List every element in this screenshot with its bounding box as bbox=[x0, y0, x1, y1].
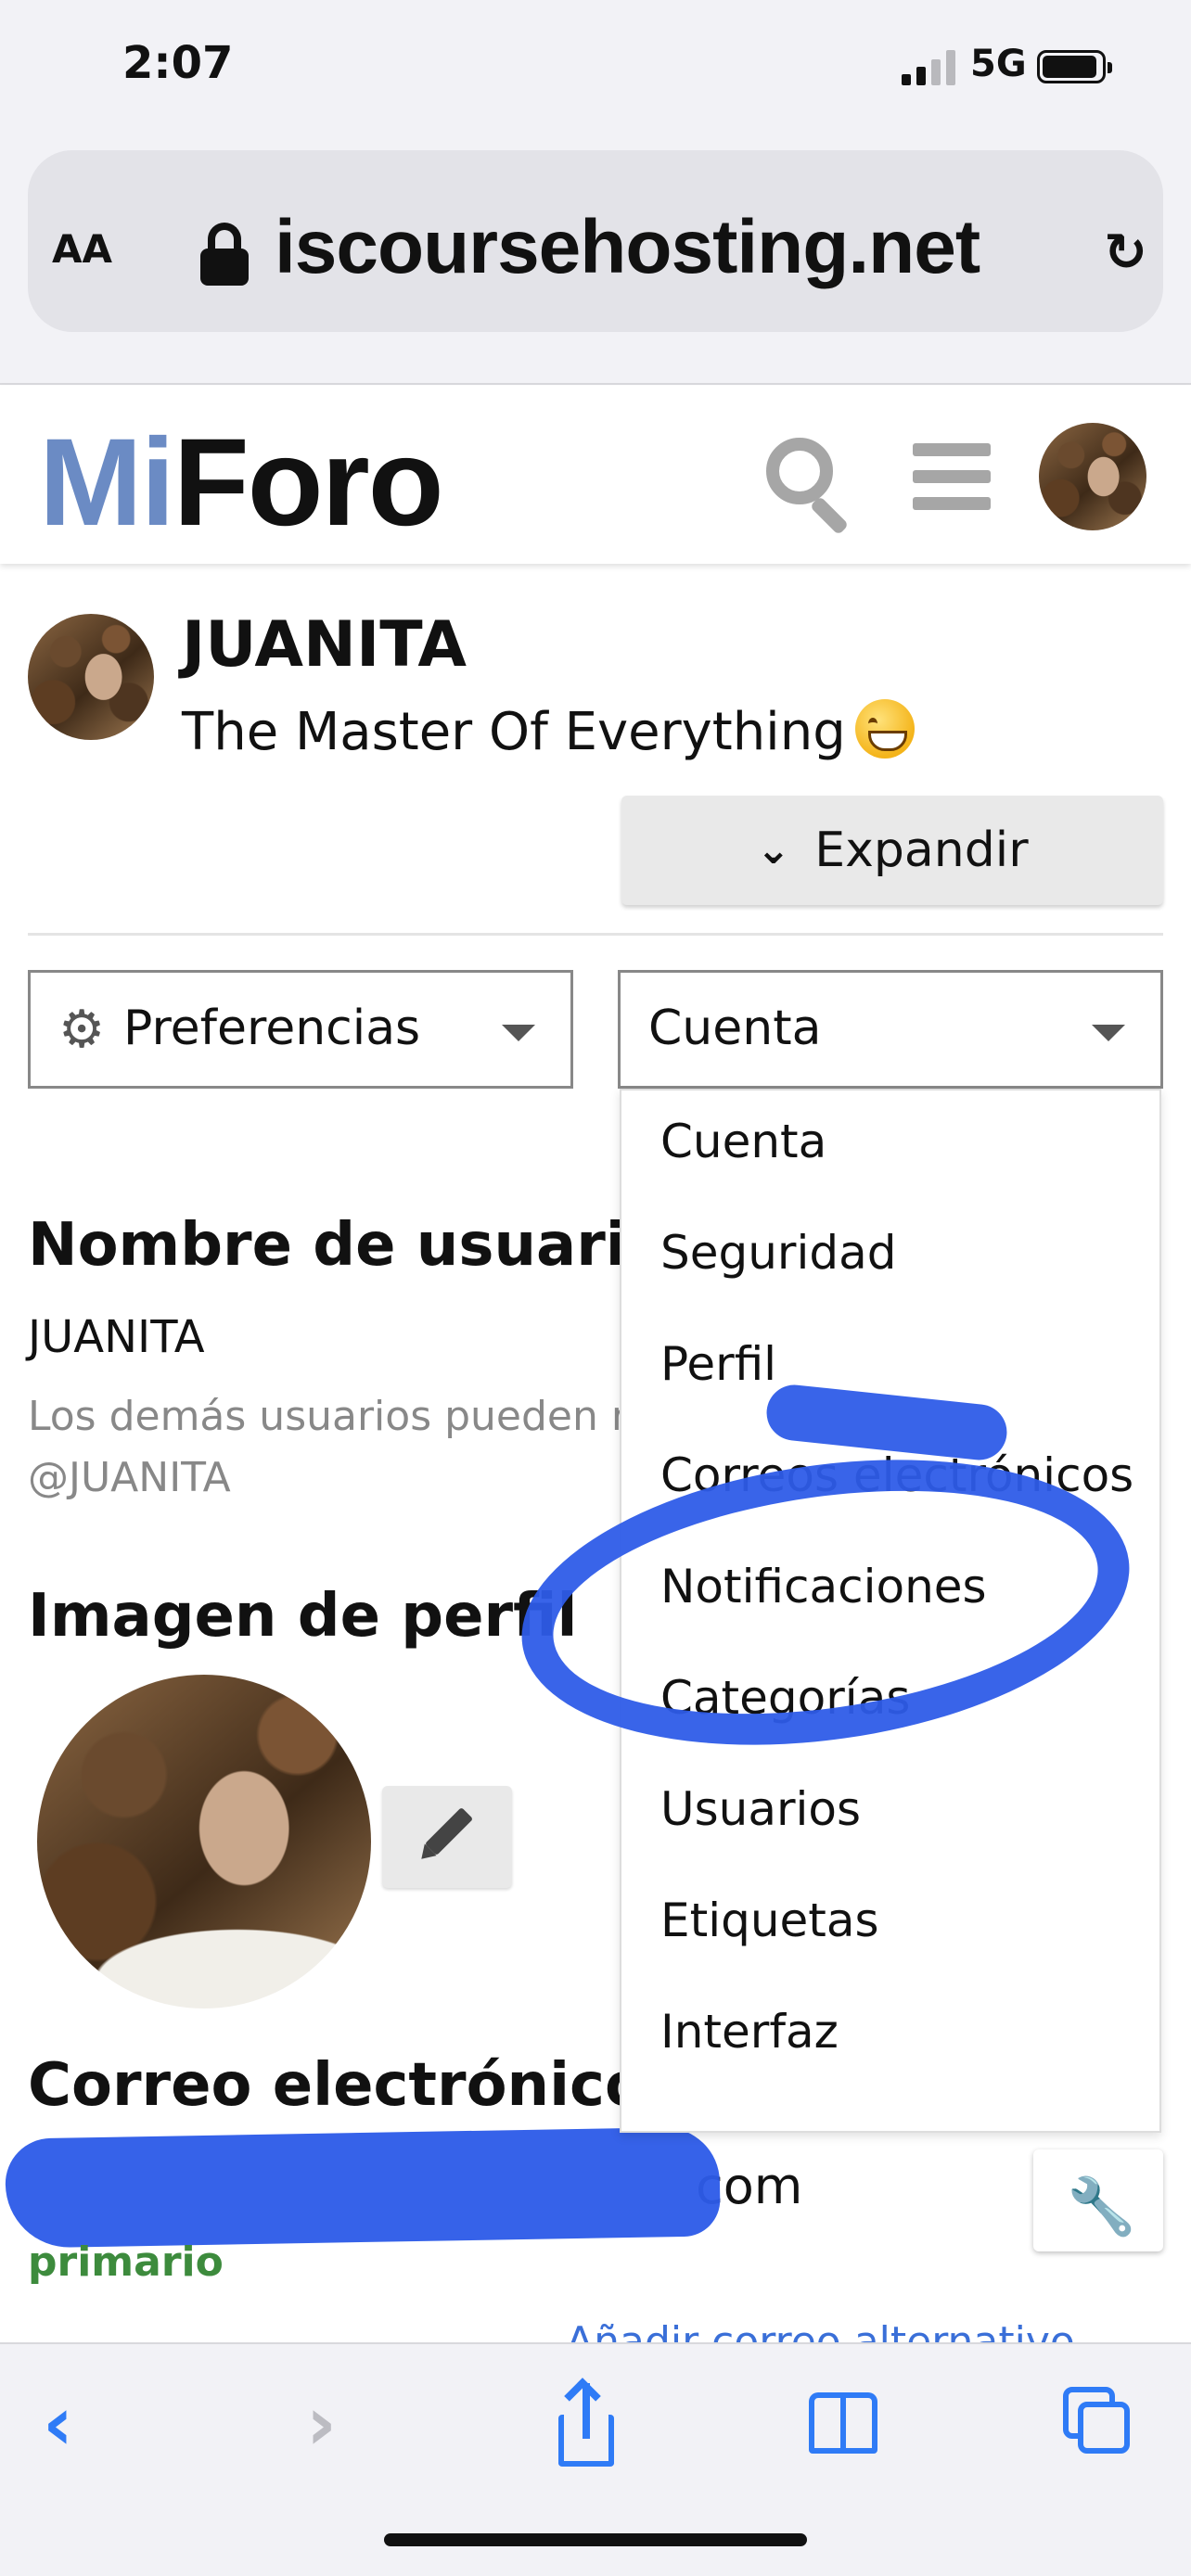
pencil-icon bbox=[424, 1806, 474, 1856]
username-heading: Nombre de usuario bbox=[28, 1211, 667, 1280]
divider bbox=[28, 933, 1163, 936]
bookmarks-icon[interactable] bbox=[809, 2387, 883, 2461]
caret-down-icon bbox=[502, 1025, 535, 1041]
wrench-icon: 🔧 bbox=[1067, 2174, 1136, 2239]
account-select-label: Cuenta bbox=[648, 1001, 822, 1056]
url-text[interactable]: iscoursehosting.net bbox=[275, 204, 980, 291]
username-value: JUANITA bbox=[28, 1311, 205, 1363]
user-avatar[interactable] bbox=[1039, 423, 1146, 530]
grin-emoji-icon bbox=[854, 699, 915, 759]
email-redaction-scribble bbox=[5, 2126, 721, 2249]
menu-item-usuarios[interactable]: Usuarios bbox=[660, 1782, 861, 1836]
menu-item-interfaz[interactable]: Interfaz bbox=[660, 2005, 839, 2059]
expand-button[interactable]: ⌄ Expandir bbox=[621, 796, 1163, 905]
profile-user-title: The Master Of Everything bbox=[182, 699, 915, 762]
email-settings-button[interactable]: 🔧 bbox=[1033, 2149, 1163, 2251]
menu-item-seguridad[interactable]: Seguridad bbox=[660, 1226, 897, 1280]
forward-icon[interactable]: › bbox=[306, 2387, 380, 2461]
browser-address-area: AA iscoursehosting.net ↻ bbox=[0, 139, 1191, 385]
preferences-select[interactable]: ⚙ Preferencias bbox=[28, 970, 573, 1089]
account-select[interactable]: Cuenta bbox=[618, 970, 1163, 1089]
site-header: MiForo bbox=[0, 386, 1191, 564]
avatar-heading: Imagen de perfil bbox=[28, 1582, 578, 1651]
status-time: 2:07 bbox=[122, 37, 234, 89]
battery-icon bbox=[1037, 50, 1112, 83]
expand-label: Expandir bbox=[814, 823, 1029, 878]
edit-avatar-button[interactable] bbox=[382, 1786, 512, 1888]
signal-icon bbox=[902, 48, 957, 85]
home-indicator bbox=[384, 2533, 807, 2546]
share-icon[interactable] bbox=[553, 2383, 627, 2467]
network-type: 5G bbox=[970, 43, 1027, 85]
preferences-select-label: Preferencias bbox=[123, 1001, 421, 1056]
profile-username: JUANITA bbox=[182, 608, 467, 682]
profile-avatar bbox=[28, 614, 154, 740]
menu-item-cuenta[interactable]: Cuenta bbox=[660, 1115, 826, 1168]
reload-icon[interactable]: ↻ bbox=[1104, 227, 1150, 279]
chevrons-down-icon: ⌄ bbox=[756, 826, 791, 874]
email-status: primario bbox=[28, 2238, 224, 2286]
email-heading: Correo electrónico bbox=[28, 2051, 646, 2120]
menu-item-etiquetas[interactable]: Etiquetas bbox=[660, 1894, 879, 1947]
back-icon[interactable]: ‹ bbox=[43, 2387, 117, 2461]
mention-text: @JUANITA bbox=[28, 1454, 231, 1501]
search-icon[interactable] bbox=[766, 438, 857, 536]
username-help-text: Los demás usuarios pueden m bbox=[28, 1393, 651, 1440]
lock-icon bbox=[200, 223, 249, 286]
profile-picture bbox=[37, 1675, 371, 2009]
hamburger-icon[interactable] bbox=[913, 443, 991, 510]
address-bar[interactable]: AA iscoursehosting.net ↻ bbox=[28, 150, 1163, 332]
caret-down-icon bbox=[1092, 1025, 1125, 1041]
site-logo[interactable]: MiForo bbox=[39, 412, 444, 554]
menu-item-perfil[interactable]: Perfil bbox=[660, 1337, 776, 1391]
tabs-icon[interactable] bbox=[1063, 2387, 1137, 2461]
text-size-button[interactable]: AA bbox=[52, 226, 112, 272]
gear-icon: ⚙ bbox=[58, 1000, 106, 1060]
status-bar: 2:07 5G bbox=[0, 0, 1191, 139]
